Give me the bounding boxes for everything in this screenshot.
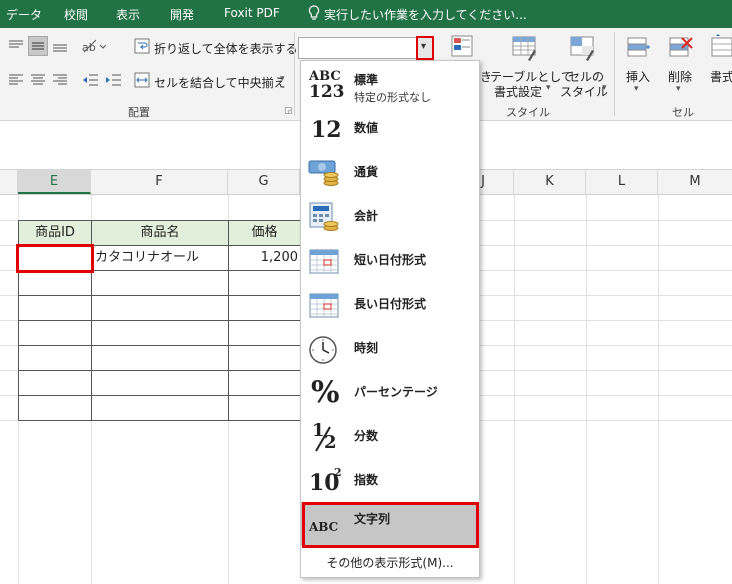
format-item-label: 短い日付形式	[354, 253, 427, 267]
cells-group-label: セル	[672, 106, 694, 119]
align-bottom-button[interactable]	[50, 36, 70, 56]
format-as-table-icon[interactable]	[510, 34, 538, 62]
column-header-k[interactable]: K	[514, 170, 586, 194]
align-middle-button[interactable]	[28, 36, 48, 56]
format-item-label: 指数	[354, 473, 379, 487]
wrap-text-icon	[134, 38, 150, 54]
align-top-button[interactable]	[6, 36, 26, 56]
tab-foxit-pdf[interactable]: Foxit PDF	[224, 6, 280, 20]
merge-dropdown-chevron-icon[interactable]: ▾	[280, 74, 285, 84]
column-header-m[interactable]: M	[658, 170, 732, 194]
tab-data[interactable]: データ	[6, 6, 42, 23]
table-header-product-name[interactable]: 商品名	[92, 221, 228, 245]
format-item-label: 通貨	[354, 165, 379, 179]
styles-group-label: スタイル	[506, 106, 550, 119]
align-left-button[interactable]	[6, 70, 26, 90]
format-as-table-chevron-icon[interactable]: ▾	[546, 83, 551, 93]
format-item-label: 会計	[354, 209, 379, 223]
percentage-format-icon: %	[311, 375, 340, 410]
number-format-dropdown-button[interactable]: ▾	[416, 36, 434, 60]
delete-chevron-icon[interactable]: ▾	[676, 84, 681, 94]
lightbulb-icon	[308, 5, 320, 21]
long-date-format-icon	[307, 289, 341, 321]
wrap-text-button[interactable]: 折り返して全体を表示する	[154, 40, 298, 57]
format-item-fraction[interactable]: 1 2 分数	[301, 415, 479, 459]
format-button[interactable]: 書式	[710, 68, 732, 85]
general-format-icon: ABC 123	[309, 69, 345, 102]
table-header-price[interactable]: 価格	[229, 221, 300, 245]
chevron-down-icon: ▾	[421, 41, 427, 52]
insert-chevron-icon[interactable]: ▾	[634, 84, 639, 94]
time-format-icon	[307, 333, 341, 365]
format-item-label: 標準	[354, 73, 379, 87]
column-header-l[interactable]: L	[586, 170, 658, 194]
cell-styles-icon[interactable]	[568, 34, 596, 62]
cell-styles-chevron-icon[interactable]: ▾	[602, 83, 607, 93]
format-item-short-date[interactable]: 短い日付形式	[301, 239, 479, 283]
delete-button[interactable]: 削除	[668, 68, 692, 85]
format-item-long-date[interactable]: 長い日付形式	[301, 283, 479, 327]
format-cells-icon[interactable]	[708, 34, 732, 62]
format-item-sublabel: 特定の形式なし	[354, 91, 431, 104]
short-date-format-icon	[307, 245, 341, 277]
tab-developer[interactable]: 開発	[170, 6, 194, 23]
format-item-time[interactable]: 時刻	[301, 327, 479, 371]
insert-button[interactable]: 挿入	[626, 68, 650, 85]
increase-indent-button[interactable]	[103, 70, 123, 90]
decrease-indent-button[interactable]	[80, 70, 100, 90]
cell-f3-product-name[interactable]: カタコリナオール	[92, 246, 228, 270]
column-header-f[interactable]: F	[91, 170, 228, 194]
format-item-label: 長い日付形式	[354, 297, 427, 311]
tab-review[interactable]: 校閲	[64, 6, 88, 23]
format-item-general[interactable]: ABC 123 標準 特定の形式なし	[301, 63, 479, 107]
conditional-formatting-icon[interactable]	[450, 34, 474, 60]
format-item-accounting[interactable]: 会計	[301, 195, 479, 239]
number-format-icon: 12	[311, 117, 342, 143]
fraction-format-icon: 1 2	[312, 420, 337, 453]
format-item-percentage[interactable]: % パーセンテージ	[301, 371, 479, 415]
number-format-dropdown: ABC 123 標準 特定の形式なし 12 数値 通貨 会計 短い日付形式 長い…	[300, 60, 480, 578]
insert-cells-icon[interactable]	[624, 34, 652, 62]
active-cell-highlight	[16, 244, 94, 273]
column-header-e[interactable]: E	[18, 170, 91, 194]
alignment-group-label: 配置	[128, 106, 150, 119]
group-divider	[614, 32, 615, 116]
table-header-product-id[interactable]: 商品ID	[19, 221, 91, 245]
merge-center-button[interactable]: セルを結合して中央揃え	[154, 74, 286, 91]
format-item-scientific[interactable]: 10 2 指数	[301, 459, 479, 503]
align-center-button[interactable]	[28, 70, 48, 90]
column-header-g[interactable]: G	[228, 170, 300, 194]
format-as-table-label-2[interactable]: 書式設定	[494, 83, 542, 100]
orientation-button[interactable]: ab	[80, 36, 108, 56]
align-right-button[interactable]	[50, 70, 70, 90]
scientific-format-icon: 10 2	[309, 466, 342, 496]
tell-me-box[interactable]: 実行したい作業を入力してください...	[324, 6, 527, 23]
number-format-combobox[interactable]	[298, 37, 434, 59]
more-number-formats-link[interactable]: その他の表示形式(M)...	[301, 553, 479, 573]
accounting-format-icon	[307, 201, 341, 233]
group-divider	[294, 32, 295, 116]
currency-format-icon	[307, 157, 341, 189]
cell-styles-label-2[interactable]: スタイル	[560, 83, 608, 100]
tab-view[interactable]: 表示	[116, 6, 140, 23]
selected-format-highlight	[302, 502, 479, 548]
format-item-label: 分数	[354, 429, 379, 443]
alignment-dialog-launcher-icon[interactable]: ◲	[284, 106, 293, 116]
format-item-number[interactable]: 12 数値	[301, 107, 479, 151]
delete-cells-icon[interactable]	[666, 34, 694, 62]
format-item-currency[interactable]: 通貨	[301, 151, 479, 195]
select-all-corner[interactable]	[0, 170, 18, 194]
cell-g3-price[interactable]: 1,200	[229, 246, 300, 270]
format-item-label: パーセンテージ	[354, 385, 438, 399]
format-item-label: 数値	[354, 121, 379, 135]
ribbon-tab-bar: データ 校閲 表示 開発 Foxit PDF 実行したい作業を入力してください.…	[0, 0, 732, 28]
merge-center-icon	[134, 72, 150, 88]
format-item-label: 時刻	[354, 341, 379, 355]
